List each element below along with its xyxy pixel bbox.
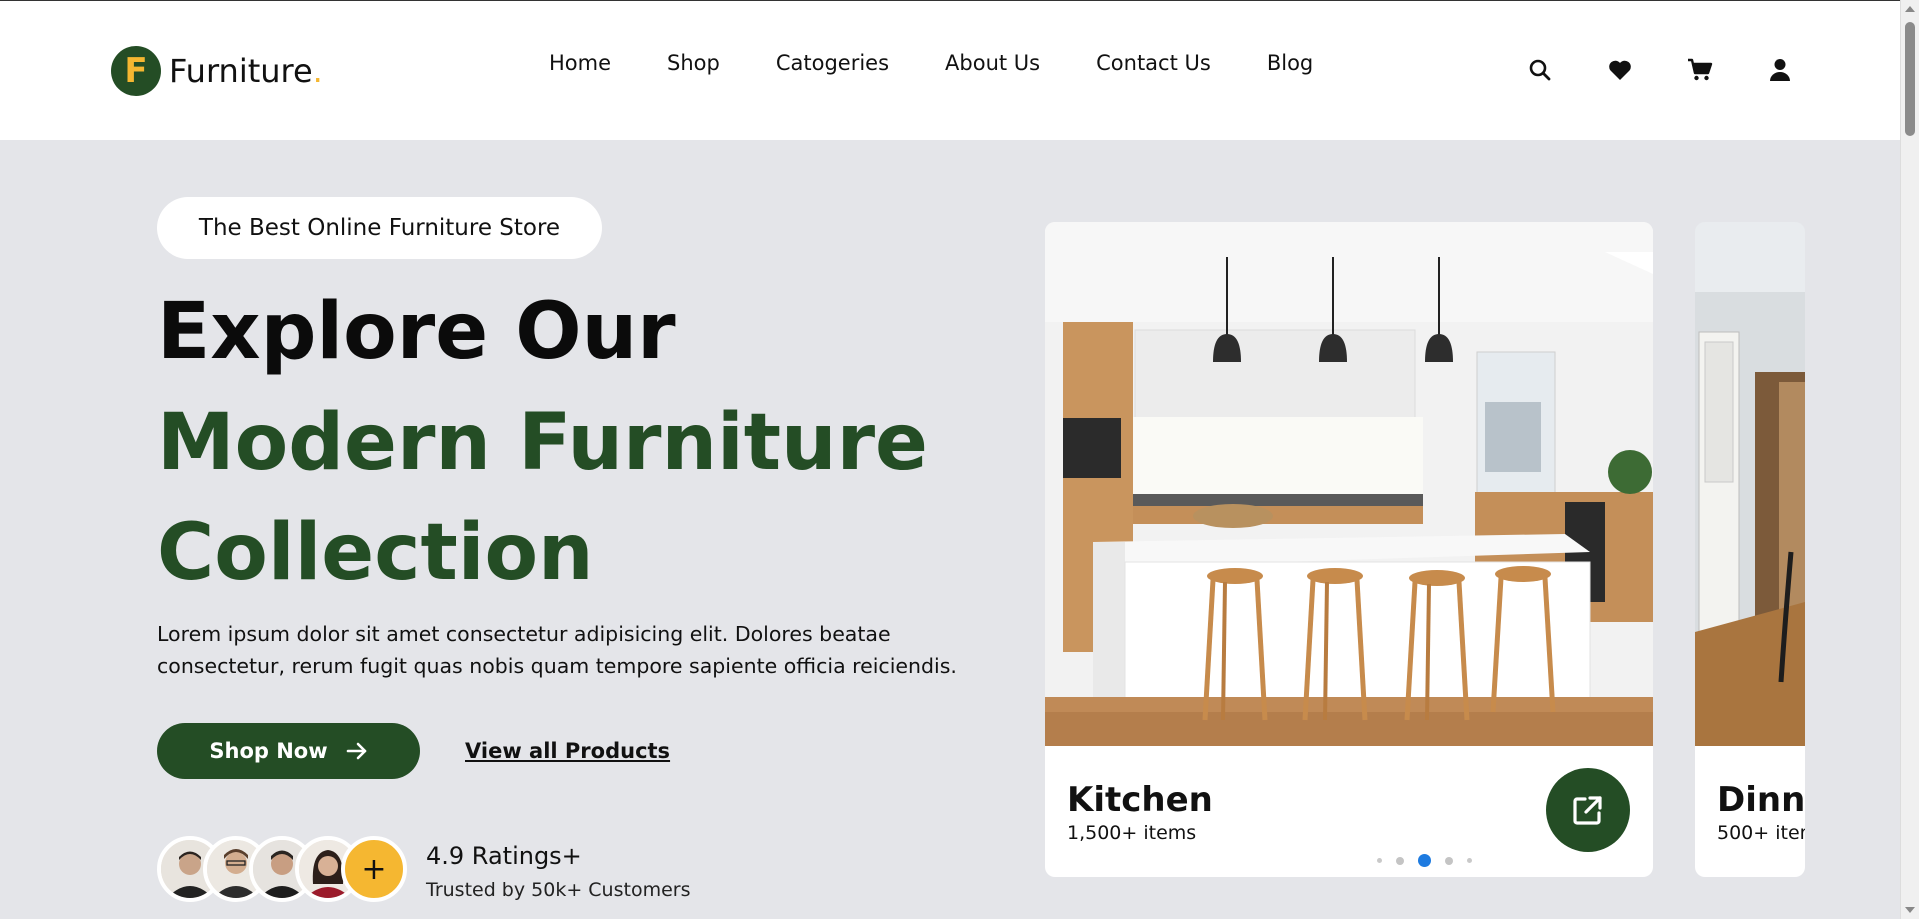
- site-header: F Furniture. Home Shop Catogeries About …: [0, 0, 1900, 140]
- main-nav: Home Shop Catogeries About Us Contact Us…: [549, 51, 1313, 75]
- heart-icon[interactable]: [1607, 57, 1633, 83]
- nav-home[interactable]: Home: [549, 51, 611, 75]
- rating-title: 4.9 Ratings+: [426, 842, 582, 870]
- brand-dot: .: [312, 52, 323, 90]
- card-count: 500+ items: [1717, 822, 1805, 844]
- brand-name: Furniture.: [169, 52, 323, 90]
- arrow-right-icon: [346, 742, 366, 760]
- view-all-products-link[interactable]: View all Products: [465, 739, 670, 763]
- nav-about[interactable]: About Us: [945, 51, 1040, 75]
- open-category-button[interactable]: [1546, 768, 1630, 852]
- scrollbar-thumb[interactable]: [1905, 22, 1915, 136]
- shop-now-label: Shop Now: [209, 739, 328, 763]
- hero-title-line3: Collection: [157, 508, 594, 598]
- dining-image: [1695, 222, 1805, 746]
- shop-now-button[interactable]: Shop Now: [157, 723, 420, 779]
- kitchen-image: [1045, 222, 1653, 746]
- scroll-up-arrow-icon[interactable]: [1905, 6, 1915, 12]
- add-avatar-button[interactable]: +: [341, 836, 407, 902]
- page-scrollbar[interactable]: [1900, 0, 1919, 919]
- external-link-icon: [1573, 796, 1602, 825]
- carousel-dot[interactable]: [1377, 858, 1382, 863]
- card-title: Kitchen: [1067, 780, 1213, 820]
- carousel-dot-active[interactable]: [1418, 854, 1431, 867]
- hero-tagline: The Best Online Furniture Store: [157, 197, 602, 259]
- hero-title-line2: Modern Furniture: [157, 398, 928, 488]
- category-card-dinning[interactable]: Dinning 500+ items: [1695, 222, 1805, 877]
- search-icon[interactable]: [1527, 57, 1553, 83]
- carousel-dots: [1377, 854, 1472, 867]
- scroll-down-arrow-icon[interactable]: [1905, 907, 1915, 913]
- card-title: Dinning: [1717, 780, 1805, 820]
- cart-icon[interactable]: [1687, 57, 1713, 83]
- hero-title-line1: Explore Our: [157, 287, 676, 377]
- nav-shop[interactable]: Shop: [667, 51, 720, 75]
- carousel-dot[interactable]: [1445, 856, 1453, 865]
- nav-categories[interactable]: Catogeries: [776, 51, 889, 75]
- header-actions: [1527, 57, 1793, 83]
- user-icon[interactable]: [1767, 57, 1793, 83]
- logo-badge: F: [111, 46, 161, 96]
- nav-blog[interactable]: Blog: [1267, 51, 1313, 75]
- nav-contact[interactable]: Contact Us: [1096, 51, 1211, 75]
- carousel-dot[interactable]: [1396, 856, 1404, 865]
- category-card-kitchen[interactable]: Kitchen 1,500+ items: [1045, 222, 1653, 877]
- carousel-dot[interactable]: [1467, 858, 1472, 863]
- brand-logo[interactable]: F Furniture.: [111, 46, 323, 96]
- hero-description: Lorem ipsum dolor sit amet consectetur a…: [157, 622, 957, 678]
- card-count: 1,500+ items: [1067, 822, 1197, 844]
- rating-subtitle: Trusted by 50k+ Customers: [426, 879, 691, 901]
- brand-name-text: Furniture: [169, 52, 313, 90]
